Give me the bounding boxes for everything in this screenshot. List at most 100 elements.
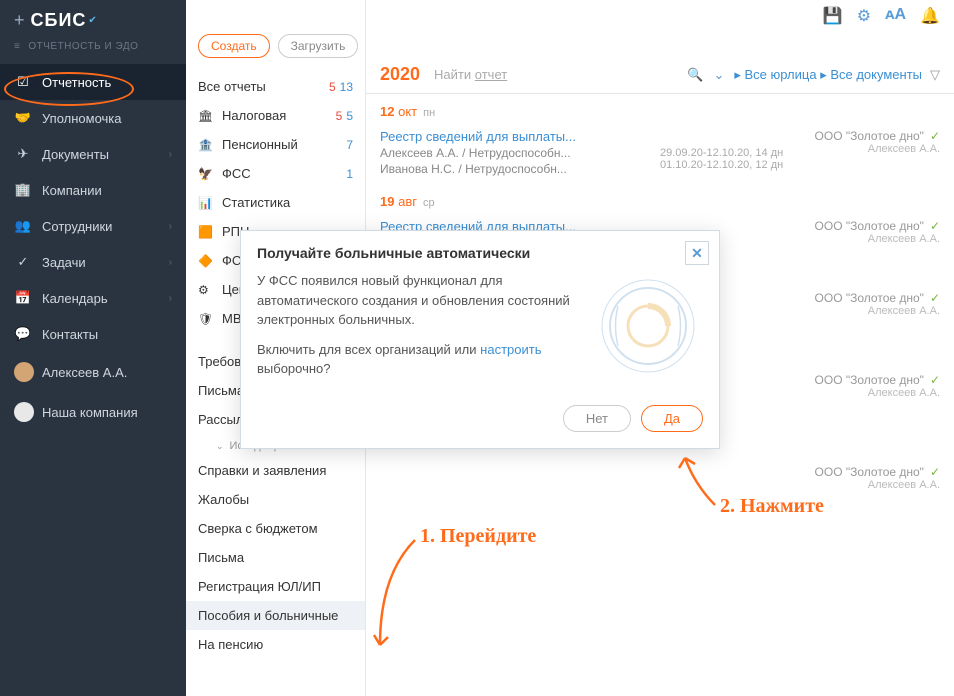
action-buttons: Создать Загрузить	[186, 28, 365, 72]
nav-documents[interactable]: ✈ Документы ›	[0, 136, 186, 172]
filter-orgs[interactable]: ▸ Все юрлица	[734, 67, 816, 83]
hamburger-icon[interactable]: ≡	[14, 41, 20, 52]
doc-dates: 29.09.20-12.10.20, 14 дн 01.10.20-12.10.…	[660, 129, 810, 176]
cat-label: Регистрация ЮЛ/ИП	[198, 579, 353, 594]
close-button[interactable]: ✕	[685, 241, 709, 265]
settings-link[interactable]: настроить	[480, 342, 541, 357]
cat-stats[interactable]: 📊 Статистика	[186, 188, 365, 217]
subhead: ≡ ОТЧЕТНОСТЬ И ЭДО	[0, 37, 186, 64]
nav-employees[interactable]: 👥 Сотрудники ›	[0, 208, 186, 244]
nav-upolnomochka[interactable]: 🤝 Уполномочка	[0, 100, 186, 136]
check-icon: ✓	[930, 465, 940, 479]
sidebar: + СБИС ✔ ≡ ОТЧЕТНОСТЬ И ЭДО ☑ Отчетность…	[0, 0, 186, 696]
nav-calendar[interactable]: 📅 Календарь ›	[0, 280, 186, 316]
chevron-down-icon: ⌄	[216, 441, 224, 452]
bell-icon[interactable]: 🔔	[920, 6, 940, 26]
check-icon: ✓	[930, 373, 940, 387]
doc-title: Реестр сведений для выплаты...	[380, 129, 660, 144]
gear-icon[interactable]: ⚙	[857, 6, 871, 26]
nav-label: Компании	[42, 183, 102, 198]
cat-pension2[interactable]: На пенсию	[186, 630, 365, 659]
building-icon: 🏢	[14, 182, 32, 198]
doc-row[interactable]: Реестр сведений для выплаты... Алексеев …	[380, 125, 940, 180]
rpn-icon: 🟧	[198, 225, 216, 239]
yes-button[interactable]: Да	[641, 405, 703, 432]
cat-sick-leave[interactable]: Пособия и больничные	[186, 601, 365, 630]
chevron-right-icon: ›	[169, 293, 172, 304]
search-box[interactable]: Найти отчет 🔍	[434, 67, 713, 83]
doc-meta: ООО "Золотое дно"✓ Алексеев А.А.	[810, 129, 940, 176]
send-icon: ✈	[14, 146, 32, 162]
funnel-icon[interactable]: ▽	[930, 67, 940, 83]
doc-meta: ООО "Золотое дно"✓ Алексеев А.А.	[810, 373, 940, 399]
top-toolbar: 💾 ⚙ ᴀA 🔔	[823, 6, 940, 26]
doc-subtitle: Алексеев А.А. / Нетрудоспособн...	[380, 146, 660, 160]
nav-label: Уполномочка	[42, 111, 122, 126]
calendar-icon: 📅	[14, 290, 32, 306]
nav-user[interactable]: Алексеев А.А.	[0, 352, 186, 392]
nav-label: Сотрудники	[42, 219, 112, 234]
cb-icon: ⚙	[198, 283, 216, 297]
chevron-right-icon: ›	[169, 149, 172, 160]
cat-count: 55	[336, 109, 353, 123]
chevron-right-icon: ›	[169, 221, 172, 232]
upload-button[interactable]: Загрузить	[278, 34, 359, 58]
cat-label: Налоговая	[222, 108, 336, 123]
cat-budget[interactable]: Сверка с бюджетом	[186, 514, 365, 543]
subhead-text: ОТЧЕТНОСТЬ И ЭДО	[28, 41, 138, 52]
doc-subtitle: Иванова Н.С. / Нетрудоспособн...	[380, 162, 660, 176]
cat-label: Справки и заявления	[198, 463, 353, 478]
nav-companies[interactable]: 🏢 Компании	[0, 172, 186, 208]
check-icon: ✓	[930, 129, 940, 143]
doc-row[interactable]: ООО "Золотое дно"✓ Алексеев А.А.	[380, 461, 940, 495]
font-icon[interactable]: ᴀA	[885, 6, 906, 26]
cat-count: 1	[346, 167, 353, 181]
cat-tax[interactable]: 🏛 Налоговая 55	[186, 101, 365, 130]
doc-meta: ООО "Золотое дно"✓ Алексеев А.А.	[810, 219, 940, 245]
cat-all[interactable]: Все отчеты 513	[186, 72, 365, 101]
check-icon: ✓	[930, 219, 940, 233]
doc-meta: ООО "Золотое дно"✓ Алексеев А.А.	[810, 465, 940, 491]
modal-dialog: Получайте больничные автоматически ✕ У Ф…	[240, 230, 720, 449]
company-icon	[14, 402, 34, 422]
search-icon[interactable]: 🔍	[687, 67, 703, 83]
nav-reports[interactable]: ☑ Отчетность	[0, 64, 186, 100]
cat-pension[interactable]: 🏦 Пенсионный 7	[186, 130, 365, 159]
check-icon: ✓	[14, 254, 32, 270]
nav-label: Отчетность	[42, 75, 111, 90]
mvd-icon: 🛡	[198, 312, 216, 326]
year-filter[interactable]: 2020	[380, 64, 420, 85]
modal-footer: Нет Да	[241, 395, 719, 448]
create-button[interactable]: Создать	[198, 34, 270, 58]
chevron-right-icon: ›	[169, 257, 172, 268]
search-label: Найти	[434, 67, 471, 82]
cat-label: Пенсионный	[222, 137, 346, 152]
save-icon[interactable]: 💾	[823, 6, 843, 26]
nav-label: Задачи	[42, 255, 86, 270]
cat-label: Пособия и больничные	[198, 608, 353, 623]
plus-icon[interactable]: +	[14, 10, 25, 31]
avatar-icon	[14, 362, 34, 382]
cat-fss[interactable]: 🦅 ФСС 1	[186, 159, 365, 188]
cat-complaints[interactable]: Жалобы	[186, 485, 365, 514]
no-button[interactable]: Нет	[563, 405, 631, 432]
nav-contacts[interactable]: 💬 Контакты	[0, 316, 186, 352]
reports-icon: ☑	[14, 74, 32, 90]
nav-tasks[interactable]: ✓ Задачи ›	[0, 244, 186, 280]
cat-letters2[interactable]: Письма	[186, 543, 365, 572]
logo-bird-icon: ✔	[88, 15, 96, 26]
cat-count: 7	[346, 138, 353, 152]
filter-docs[interactable]: ▸ Все документы	[820, 67, 922, 83]
cat-certs[interactable]: Справки и заявления	[186, 456, 365, 485]
stats-icon: 📊	[198, 196, 216, 210]
cat-count: 513	[329, 80, 353, 94]
fss-icon: 🦅	[198, 167, 216, 181]
nav-company[interactable]: Наша компания	[0, 392, 186, 432]
logo: + СБИС ✔	[0, 0, 186, 37]
cat-label: Жалобы	[198, 492, 353, 507]
cat-label: Сверка с бюджетом	[198, 521, 353, 536]
cat-label: Все отчеты	[198, 79, 329, 94]
cat-registration[interactable]: Регистрация ЮЛ/ИП	[186, 572, 365, 601]
chevron-down-icon[interactable]: ⌄	[713, 67, 724, 83]
modal-title: Получайте больничные автоматически	[257, 245, 530, 261]
